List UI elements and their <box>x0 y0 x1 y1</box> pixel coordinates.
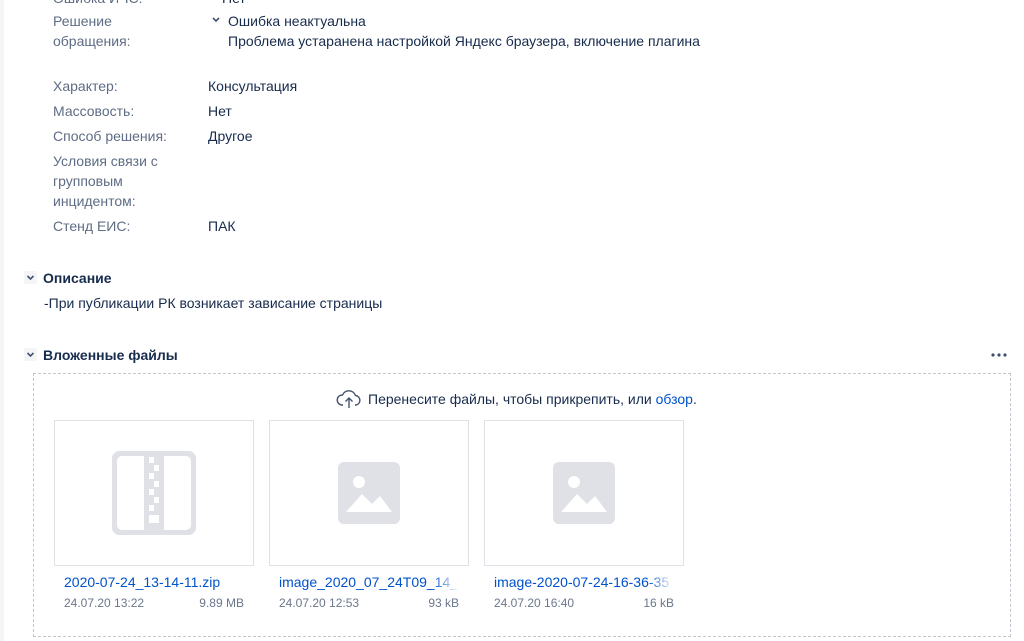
attachment-date: 24.07.20 16:40 <box>494 596 575 610</box>
resolution-status[interactable]: Ошибка неактуальна <box>228 11 366 31</box>
cloud-upload-icon <box>336 390 361 408</box>
image-placeholder-icon <box>553 462 615 524</box>
field-label-mass: Массовость: <box>53 103 135 119</box>
attachments-toggle-icon[interactable] <box>24 348 37 361</box>
field-label-character: Характер: <box>53 78 118 94</box>
more-options-icon[interactable] <box>990 348 1008 362</box>
resolution-detail: Проблема устаранена настройкой Яндекс бр… <box>228 33 700 49</box>
attachment-filename[interactable]: 2020-07-24_13-14-11.zip <box>64 574 244 590</box>
attachment-date: 24.07.20 12:53 <box>279 596 360 610</box>
attachments-dropzone[interactable]: Перенесите файлы, чтобы прикрепить, или … <box>33 373 1011 637</box>
field-value-ichs: Нет <box>222 0 246 8</box>
field-label-group-incident: Условия связи с групповым инцидентом: <box>53 153 158 209</box>
attachment-size: 16 kB <box>643 596 674 610</box>
dropzone-hint-text: Перенесите файлы, чтобы прикрепить, или <box>368 391 652 407</box>
attachment-thumbnail[interactable] <box>269 420 469 566</box>
description-toggle-icon[interactable] <box>24 271 37 284</box>
attachment-date: 24.07.20 13:22 <box>64 596 145 610</box>
field-value-method: Другое <box>208 128 253 144</box>
attachment-size: 9.89 MB <box>199 596 244 610</box>
left-border <box>0 0 4 641</box>
attachment-filename[interactable]: image-2020-07-24-16-36-35 <box>494 574 674 590</box>
chevron-down-icon[interactable] <box>211 13 221 27</box>
browse-link[interactable]: обзор <box>656 391 693 407</box>
field-value-stand: ПАК <box>208 218 236 234</box>
attachment-card[interactable]: image-2020-07-24-16-36-35 24.07.20 16:40… <box>484 420 684 610</box>
field-label-method: Способ решения: <box>53 128 167 144</box>
attachment-card[interactable]: image_2020_07_24T09_14_55 24.07.20 12:53… <box>269 420 469 610</box>
description-title[interactable]: Описание <box>43 268 112 288</box>
field-label-ichs: Ошибка ИЧС: <box>53 0 193 8</box>
zip-file-icon <box>112 451 196 535</box>
attachment-size: 93 kB <box>428 596 459 610</box>
field-label-stand: Стенд ЕИС: <box>53 218 131 234</box>
resolution-label: Решение обращения: <box>53 13 131 49</box>
attachment-thumbnail[interactable] <box>484 420 684 566</box>
dropzone-hint: Перенесите файлы, чтобы прикрепить, или … <box>336 388 697 410</box>
attachment-thumbnail[interactable] <box>54 420 254 566</box>
attachment-card[interactable]: 2020-07-24_13-14-11.zip 24.07.20 13:22 9… <box>54 420 254 610</box>
attachment-filename[interactable]: image_2020_07_24T09_14_55 <box>279 574 459 590</box>
description-text: -При публикации РК возникает зависание с… <box>44 295 383 311</box>
image-placeholder-icon <box>338 462 400 524</box>
attachments-title[interactable]: Вложенные файлы <box>43 345 178 365</box>
field-value-mass: Нет <box>208 103 232 119</box>
dropzone-hint-end: . <box>692 391 697 407</box>
field-value-character: Консультация <box>208 78 298 94</box>
